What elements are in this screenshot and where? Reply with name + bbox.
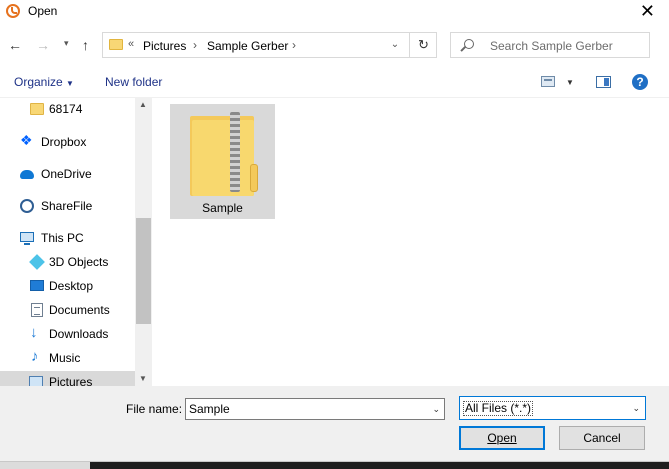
sidebar-item-label: 3D Objects (49, 255, 109, 269)
file-type-select[interactable]: All Files (*.*) ⌄ (459, 396, 646, 420)
new-folder-button[interactable]: New folder (105, 75, 162, 89)
refresh-icon[interactable]: ↻ (409, 33, 437, 57)
search-box[interactable]: Search Sample Gerber (450, 32, 650, 58)
open-button[interactable]: Open (459, 426, 545, 450)
sidebar-item-label: 68174 (49, 102, 83, 116)
back-arrow-icon[interactable]: ← (8, 37, 22, 53)
file-type-dropdown-icon[interactable]: ⌄ (632, 403, 640, 414)
scrollbar-thumb[interactable] (136, 218, 151, 324)
sidebar-item-label: Dropbox (41, 135, 87, 149)
folder-icon (109, 39, 123, 50)
file-name-label: File name: (126, 402, 183, 416)
sidebar-item-pictures[interactable]: Pictures (0, 371, 135, 386)
sidebar-item-documents[interactable]: Documents (0, 299, 135, 321)
organize-button[interactable]: Organize (14, 75, 63, 89)
search-icon (464, 39, 474, 49)
file-list: Sample (152, 98, 669, 386)
downloads-icon: ↓ (30, 324, 38, 341)
sidebar-item-label: This PC (41, 231, 84, 245)
help-icon[interactable]: ? (632, 74, 648, 90)
3d-objects-icon (29, 254, 45, 270)
window-title: Open (28, 4, 58, 18)
zip-folder-icon (190, 112, 258, 196)
title-bar: Open ✕ (0, 0, 669, 24)
command-toolbar: Organize ▼ New folder ▼ ? (0, 66, 669, 98)
view-options-caret-icon[interactable]: ▼ (566, 78, 574, 87)
recent-locations-chevron-icon[interactable]: ▾ (64, 38, 69, 49)
sharefile-icon (20, 199, 34, 213)
up-arrow-icon[interactable]: ↑ (82, 37, 89, 53)
file-item-sample[interactable]: Sample (170, 104, 275, 219)
address-dropdown-icon[interactable]: ⌄ (381, 33, 409, 57)
cancel-button[interactable]: Cancel (559, 426, 645, 450)
sidebar-item-label: Pictures (49, 375, 93, 386)
pictures-icon (29, 376, 43, 386)
sidebar-item-sharefile[interactable]: ShareFile (0, 195, 135, 217)
navigation-pane: 68174 ❖ Dropbox OneDrive ShareFile This … (0, 98, 152, 386)
search-input[interactable]: Search Sample Gerber (490, 39, 613, 53)
sidebar-item-68174[interactable]: 68174 (0, 98, 135, 120)
breadcrumb-pictures[interactable]: Pictures (143, 39, 186, 53)
file-item-label: Sample (202, 201, 243, 215)
sidebar-item-onedrive[interactable]: OneDrive (0, 163, 135, 185)
sidebar-item-label: OneDrive (41, 167, 92, 181)
sidebar-item-label: Desktop (49, 279, 94, 293)
file-type-value[interactable]: All Files (*.*) (463, 401, 534, 416)
folder-icon (30, 103, 44, 115)
sidebar-item-desktop[interactable]: Desktop (0, 275, 135, 297)
dialog-footer: File name: Sample ⌄ All Files (*.*) ⌄ Op… (0, 386, 669, 469)
desktop-icon (30, 280, 44, 291)
file-name-field[interactable]: Sample ⌄ (185, 398, 445, 420)
forward-arrow-icon[interactable]: → (36, 37, 50, 53)
change-view-icon[interactable] (541, 76, 555, 87)
open-button-label: Open (487, 431, 517, 445)
sidebar-item-label: Downloads (49, 327, 109, 341)
sidebar-item-downloads[interactable]: ↓ Downloads (0, 323, 135, 345)
scroll-up-arrow-icon[interactable]: ▲ (139, 100, 147, 109)
onedrive-icon (20, 170, 34, 179)
dropbox-icon: ❖ (20, 132, 33, 148)
sidebar-item-this-pc[interactable]: This PC (0, 227, 135, 249)
file-name-value[interactable]: Sample (189, 402, 230, 416)
sidebar-item-music[interactable]: ♪ Music (0, 347, 135, 369)
breadcrumb-separator-icon[interactable]: › (193, 38, 197, 52)
address-bar[interactable]: « Pictures › Sample Gerber › ⌄ ↻ (102, 32, 437, 58)
breadcrumb-overflow-icon[interactable]: « (128, 38, 134, 50)
file-name-dropdown-icon[interactable]: ⌄ (432, 404, 440, 415)
organize-caret-icon[interactable]: ▼ (66, 79, 74, 88)
computer-icon (20, 232, 34, 245)
navigation-bar: ← → ▾ ↑ « Pictures › Sample Gerber › ⌄ ↻… (0, 28, 669, 62)
documents-icon (31, 303, 43, 317)
sidebar-item-label: ShareFile (41, 199, 93, 213)
app-icon (6, 4, 20, 18)
sidebar-item-3d-objects[interactable]: 3D Objects (0, 251, 135, 273)
close-button[interactable]: ✕ (640, 0, 655, 22)
sidebar-item-label: Music (49, 351, 81, 365)
scroll-down-arrow-icon[interactable]: ▼ (139, 374, 147, 383)
sidebar-item-dropbox[interactable]: ❖ Dropbox (0, 131, 135, 153)
breadcrumb-separator-icon[interactable]: › (292, 38, 296, 52)
music-icon: ♪ (31, 348, 39, 365)
window-bottom-edge (0, 461, 669, 469)
breadcrumb-sample-gerber[interactable]: Sample Gerber (207, 39, 288, 53)
preview-pane-icon[interactable] (596, 76, 611, 88)
sidebar-scrollbar[interactable]: ▲ ▼ (135, 98, 152, 386)
sidebar-item-label: Documents (49, 303, 110, 317)
background-window-edge (90, 462, 669, 469)
